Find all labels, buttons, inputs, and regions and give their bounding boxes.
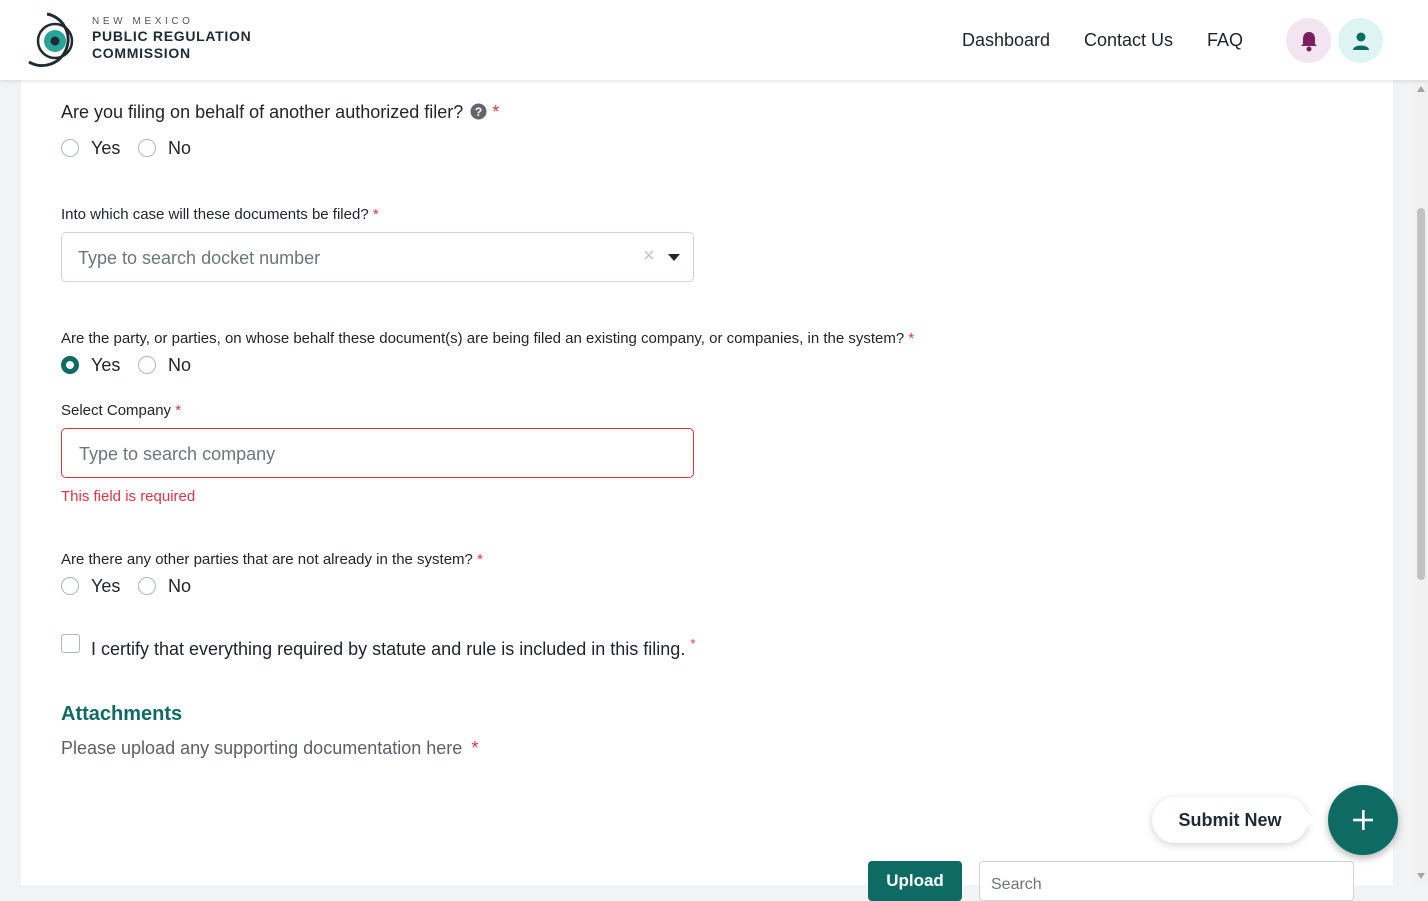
help-icon[interactable]: ? — [470, 103, 487, 120]
company-search-input[interactable]: Type to search company — [61, 428, 694, 478]
clear-icon[interactable]: × — [643, 245, 655, 268]
profile-button[interactable] — [1338, 18, 1383, 63]
plus-icon — [1353, 810, 1373, 830]
required-marker: * — [908, 330, 915, 347]
required-marker: * — [175, 402, 182, 419]
behalf-no-radio[interactable] — [138, 139, 156, 157]
company-search-placeholder: Type to search company — [79, 444, 276, 464]
scroll-down-arrow-icon[interactable] — [1417, 873, 1425, 879]
required-marker: * — [477, 551, 483, 568]
docket-search-placeholder: Type to search docket number — [78, 248, 321, 268]
other-no-radio[interactable] — [138, 577, 156, 595]
attachments-search-input[interactable]: Search — [979, 861, 1354, 901]
attachments-text: Please upload any supporting documentati… — [61, 738, 463, 758]
question-behalf-label: Are you filing on behalf of another auth… — [61, 102, 464, 122]
behalf-yes-label[interactable]: Yes — [91, 138, 120, 159]
certify-checkbox[interactable] — [61, 634, 80, 653]
required-marker: * — [492, 102, 500, 122]
top-header: NEW MEXICO PUBLIC REGULATION COMMISSION … — [0, 0, 1428, 80]
user-icon — [1352, 32, 1369, 50]
logo-line-3: COMMISSION — [92, 45, 191, 61]
other-no-label[interactable]: No — [168, 576, 191, 597]
logo-mark-icon — [28, 12, 74, 67]
nav-dashboard[interactable]: Dashboard — [962, 30, 1050, 51]
certify-statement[interactable]: I certify that everything required by st… — [91, 636, 695, 660]
attachments-instructions: Please upload any supporting documentati… — [61, 738, 478, 759]
page-scrollbar[interactable] — [1414, 80, 1428, 885]
required-marker: * — [471, 738, 479, 758]
question-other-label: Are there any other parties that are not… — [61, 551, 473, 568]
question-behalf: Are you filing on behalf of another auth… — [61, 102, 499, 123]
parties-yes-radio[interactable] — [61, 356, 79, 374]
certify-label: I certify that everything required by st… — [91, 639, 686, 659]
question-other-parties: Are there any other parties that are not… — [61, 551, 483, 568]
add-fab-button[interactable] — [1328, 785, 1398, 855]
scroll-up-arrow-icon[interactable] — [1417, 86, 1425, 92]
docket-search-select[interactable]: Type to search docket number × — [61, 232, 694, 282]
nav-faq[interactable]: FAQ — [1207, 30, 1243, 51]
question-parties: Are the party, or parties, on whose beha… — [61, 330, 914, 347]
select-company-field-label: Select Company * — [61, 402, 181, 419]
prc-logo[interactable]: NEW MEXICO PUBLIC REGULATION COMMISSION — [25, 10, 265, 72]
upload-button[interactable]: Upload — [868, 861, 962, 901]
question-case: Into which case will these documents be … — [61, 206, 379, 223]
scrollbar-thumb[interactable] — [1417, 208, 1425, 580]
submit-new-button[interactable]: Submit New — [1152, 797, 1317, 843]
question-parties-label: Are the party, or parties, on whose beha… — [61, 330, 905, 347]
parties-no-radio[interactable] — [138, 356, 156, 374]
logo-line-1: NEW MEXICO — [92, 16, 194, 27]
attachments-search-placeholder: Search — [991, 876, 1042, 893]
logo-line-2: PUBLIC REGULATION — [92, 28, 252, 44]
parties-no-label[interactable]: No — [168, 355, 191, 376]
select-company-label: Select Company — [61, 402, 172, 419]
other-yes-label[interactable]: Yes — [91, 576, 120, 597]
form-card — [21, 80, 1393, 885]
chevron-down-icon[interactable] — [668, 254, 680, 261]
required-marker: * — [372, 206, 379, 223]
submit-new-label: Submit New — [1178, 809, 1282, 830]
company-error-message: This field is required — [61, 488, 196, 505]
svg-text:?: ? — [475, 105, 482, 119]
notifications-button[interactable] — [1286, 18, 1331, 63]
required-marker: * — [690, 636, 696, 651]
attachments-title: Attachments — [61, 703, 183, 725]
behalf-no-label[interactable]: No — [168, 138, 191, 159]
other-yes-radio[interactable] — [61, 577, 79, 595]
logo-text: NEW MEXICO PUBLIC REGULATION COMMISSION — [92, 16, 251, 62]
behalf-yes-radio[interactable] — [61, 139, 79, 157]
question-case-label: Into which case will these documents be … — [61, 206, 369, 223]
nav-contact-us[interactable]: Contact Us — [1084, 30, 1173, 51]
parties-yes-label[interactable]: Yes — [91, 355, 120, 376]
bell-icon — [1300, 31, 1317, 51]
